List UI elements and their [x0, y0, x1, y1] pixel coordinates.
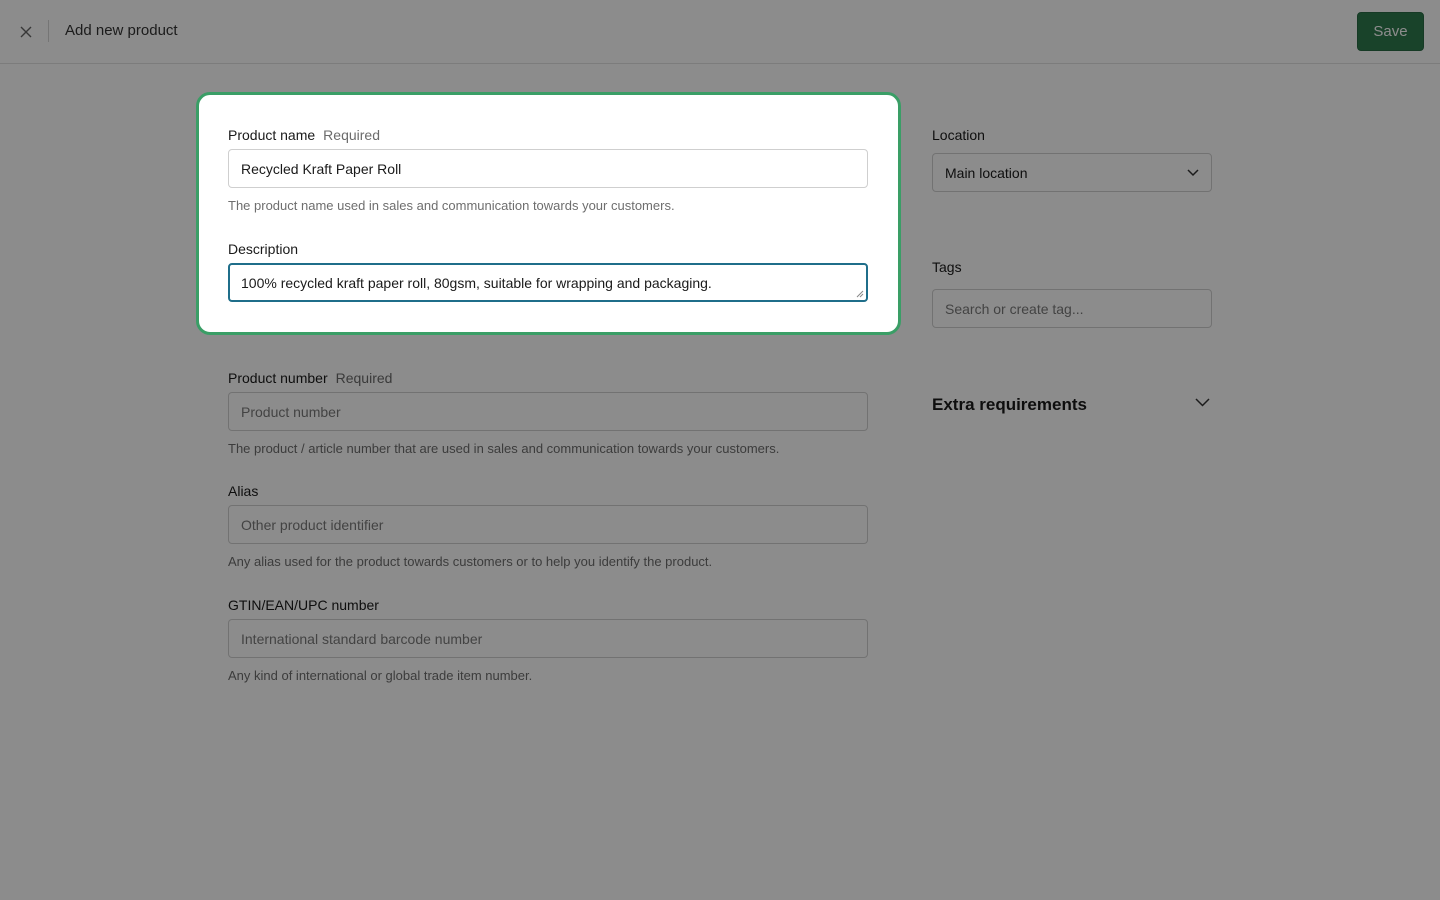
- save-button[interactable]: Save: [1357, 12, 1424, 51]
- tags-search-input[interactable]: Search or create tag...: [932, 289, 1212, 328]
- gtin-hint: Any kind of international or global trad…: [228, 668, 533, 683]
- required-tag: Required: [335, 370, 393, 386]
- product-number-hint: The product / article number that are us…: [228, 441, 780, 456]
- gtin-label: GTIN/EAN/UPC number: [228, 597, 379, 613]
- extra-requirements-title: Extra requirements: [932, 395, 1087, 414]
- description-textarea[interactable]: 100% recycled kraft paper roll, 80gsm, s…: [228, 263, 868, 302]
- identifiers-card: Product number Required Product number Th…: [208, 347, 888, 706]
- location-card: Location Main location: [912, 104, 1232, 212]
- top-bar: Add new product Save: [0, 0, 1440, 64]
- resize-handle-icon[interactable]: [856, 290, 864, 298]
- close-button[interactable]: [14, 20, 38, 44]
- alias-input[interactable]: Other product identifier: [228, 505, 868, 544]
- product-name-input[interactable]: Recycled Kraft Paper Roll: [228, 149, 868, 188]
- required-tag: Required: [323, 127, 380, 143]
- location-select[interactable]: Main location: [932, 153, 1212, 192]
- location-label: Location: [932, 127, 985, 143]
- tags-label: Tags: [932, 259, 962, 275]
- product-name-hint: The product name used in sales and commu…: [228, 198, 675, 213]
- chevron-down-icon: [1187, 168, 1199, 176]
- close-icon: [20, 26, 32, 38]
- chevron-down-icon[interactable]: [1195, 398, 1210, 407]
- description-value: 100% recycled kraft paper roll, 80gsm, s…: [241, 274, 712, 291]
- tags-card: Tags Search or create tag...: [912, 236, 1232, 348]
- product-number-label: Product number Required: [228, 370, 393, 386]
- gtin-input[interactable]: International standard barcode number: [228, 619, 868, 658]
- product-name-label: Product name Required: [228, 127, 380, 143]
- alias-label: Alias: [228, 483, 259, 499]
- description-label: Description: [228, 241, 299, 257]
- header-divider: [48, 20, 49, 42]
- extra-requirements-card[interactable]: Extra requirements: [912, 372, 1232, 436]
- product-number-input[interactable]: Product number: [228, 392, 868, 431]
- location-selected: Main location: [945, 164, 1028, 181]
- alias-hint: Any alias used for the product towards c…: [228, 554, 713, 569]
- page-title: Add new product: [65, 22, 178, 39]
- basic-info-card: Product name Required Recycled Kraft Pape…: [196, 92, 901, 335]
